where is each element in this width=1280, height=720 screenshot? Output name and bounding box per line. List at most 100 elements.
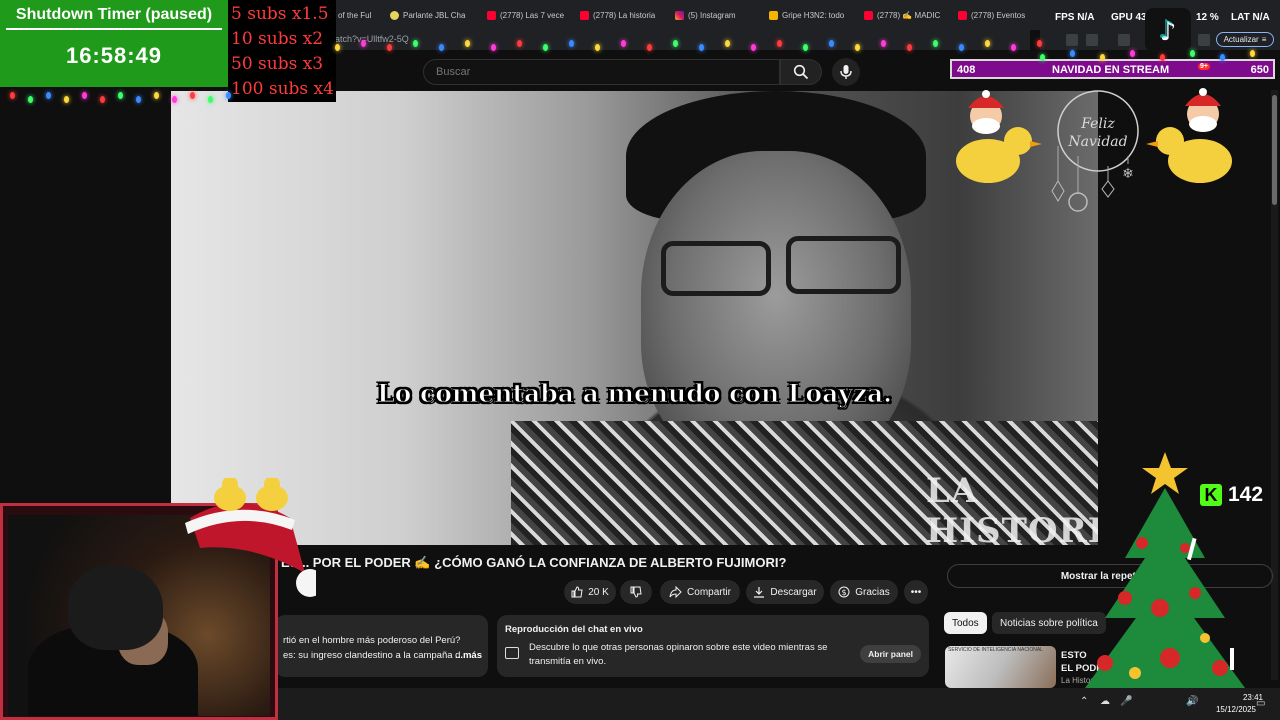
light-bulb-icon — [855, 44, 860, 51]
light-bulb-icon — [907, 44, 912, 51]
light-bulb-icon — [829, 40, 834, 47]
duck-santa-icon — [1146, 88, 1232, 183]
tab-6[interactable]: (2778) ✍️ MADIC — [864, 6, 944, 24]
thanks-button[interactable]: $ Gracias — [830, 580, 898, 604]
light-bulb-icon — [1130, 50, 1135, 57]
light-bulb-icon — [100, 96, 105, 103]
tab-5[interactable]: Gripe H3N2: todo — [769, 6, 849, 24]
download-button[interactable]: Descargar — [746, 580, 824, 604]
recommended-video-thumbnail[interactable]: SERVICIO DE INTELIGENCIA NACIONAL — [945, 646, 1056, 688]
tab-1[interactable]: Parlante JBL Cha — [390, 6, 470, 24]
light-bulb-icon — [1037, 40, 1042, 47]
light-bulb-icon — [985, 40, 990, 47]
light-bulb-icon — [1040, 54, 1045, 61]
fps-stat: FPS N/A — [1055, 12, 1095, 23]
svg-text:❄: ❄ — [1122, 165, 1134, 181]
menu-icon: ≡ — [1261, 35, 1267, 44]
scrollbar-thumb[interactable] — [1272, 95, 1277, 205]
light-bulb-icon — [751, 44, 756, 51]
svg-text:Navidad: Navidad — [1067, 134, 1127, 150]
volume-icon[interactable]: 🔊 — [1186, 697, 1198, 707]
light-bulb-icon — [517, 40, 522, 47]
thanks-icon: $ — [838, 586, 850, 598]
light-bulb-icon — [208, 96, 213, 103]
light-bulb-icon — [803, 44, 808, 51]
light-bulb-icon — [10, 92, 15, 99]
santa-hat-decoration — [185, 478, 316, 597]
light-bulb-icon — [190, 92, 195, 99]
music-icon[interactable] — [1118, 34, 1130, 46]
youtube-icon — [580, 10, 589, 20]
light-bulb-icon — [699, 44, 704, 51]
live-chat-replay-box: Reproducción del chat en vivo Descubre l… — [497, 615, 929, 677]
extension-icon[interactable] — [1066, 34, 1078, 46]
light-bulb-icon — [491, 44, 496, 51]
light-bulb-icon — [1100, 54, 1105, 61]
show-more-link[interactable]: ...más — [455, 650, 482, 661]
svg-text:♪: ♪ — [1158, 15, 1175, 45]
light-bulb-icon — [777, 40, 782, 47]
gpu-stat: GPU 43 — [1111, 12, 1147, 23]
shutdown-timer: Shutdown Timer (paused) 16:58:49 — [0, 0, 228, 87]
share-button[interactable]: Compartir — [660, 580, 740, 604]
thumbs-down-icon — [630, 586, 642, 598]
microphone-icon[interactable]: 🎤 — [1120, 697, 1132, 707]
search-input[interactable] — [434, 65, 758, 79]
open-panel-button[interactable]: Abrir panel — [860, 645, 921, 663]
cloud-icon[interactable]: ☁ — [1100, 697, 1110, 707]
latency-stat: LAT N/A — [1231, 12, 1270, 23]
feliz-navidad-ornament: Feliz Navidad ❄ — [1051, 90, 1139, 212]
light-bulb-icon — [465, 40, 470, 47]
clock-date[interactable]: 15/12/2025 — [1206, 705, 1266, 714]
shield-icon[interactable] — [1198, 34, 1210, 46]
clock-time[interactable]: 23:41 — [1226, 693, 1280, 702]
chevron-up-icon[interactable]: ⌃ — [1080, 697, 1090, 707]
duck-santa-icon — [956, 90, 1042, 183]
light-bulb-icon — [118, 92, 123, 99]
youtube-icon — [487, 10, 496, 20]
light-bulb-icon — [1070, 50, 1075, 57]
cpu-stat: 12 % — [1196, 12, 1219, 23]
light-bulb-icon — [413, 40, 418, 47]
light-bulb-icon — [673, 40, 678, 47]
share-icon — [669, 586, 682, 598]
search-field[interactable] — [423, 59, 780, 85]
light-bulb-icon — [226, 92, 231, 99]
url-text[interactable]: atch?v=Ulltfw2-5Q — [335, 34, 409, 44]
tab-2[interactable]: (2778) Las 7 vece — [487, 6, 567, 24]
address-bar[interactable] — [330, 30, 1030, 50]
light-bulb-icon — [82, 92, 87, 99]
more-icon: ••• — [910, 586, 922, 598]
light-bulb-icon — [64, 96, 69, 103]
update-button[interactable]: Actualizar ≡ — [1216, 32, 1274, 47]
dislike-button[interactable] — [620, 580, 652, 604]
thumbs-up-icon — [571, 586, 583, 598]
light-bulb-icon — [46, 92, 51, 99]
video-subtitle: Lo comentaba a menudo con Loayza. — [377, 379, 893, 409]
extension-icon[interactable] — [1086, 34, 1098, 46]
light-bulb-icon — [1160, 54, 1165, 61]
tab-4[interactable]: (5) Instagram — [675, 6, 755, 24]
description-box[interactable]: rtió en el hombre más poderoso del Perú?… — [275, 615, 488, 677]
tab-0[interactable]: of the Ful — [338, 6, 382, 24]
notification-badge: 9+ — [1198, 63, 1210, 70]
light-bulb-icon — [1220, 54, 1225, 61]
voice-search-button[interactable] — [832, 58, 860, 86]
subs-goal: 100 subs x4 — [231, 79, 334, 99]
light-bulb-icon — [1011, 44, 1016, 51]
tab-7[interactable]: (2778) Eventos — [958, 6, 1038, 24]
light-bulb-icon — [959, 44, 964, 51]
more-actions-button[interactable]: ••• — [904, 580, 928, 604]
tab-3[interactable]: (2778) La historia — [580, 6, 660, 24]
light-bulb-icon — [543, 44, 548, 51]
youtube-icon — [864, 10, 873, 20]
search-button[interactable] — [780, 59, 822, 85]
tiktok-icon: ♪ ♪ — [1145, 8, 1191, 52]
youtube-icon — [958, 10, 967, 20]
chat-icon — [505, 647, 519, 659]
subs-goal: 10 subs x2 — [231, 29, 324, 49]
chip-all[interactable]: Todos — [944, 612, 987, 634]
microphone-icon — [840, 65, 852, 79]
like-button[interactable]: 20 K — [564, 580, 616, 604]
news-icon — [769, 10, 778, 20]
